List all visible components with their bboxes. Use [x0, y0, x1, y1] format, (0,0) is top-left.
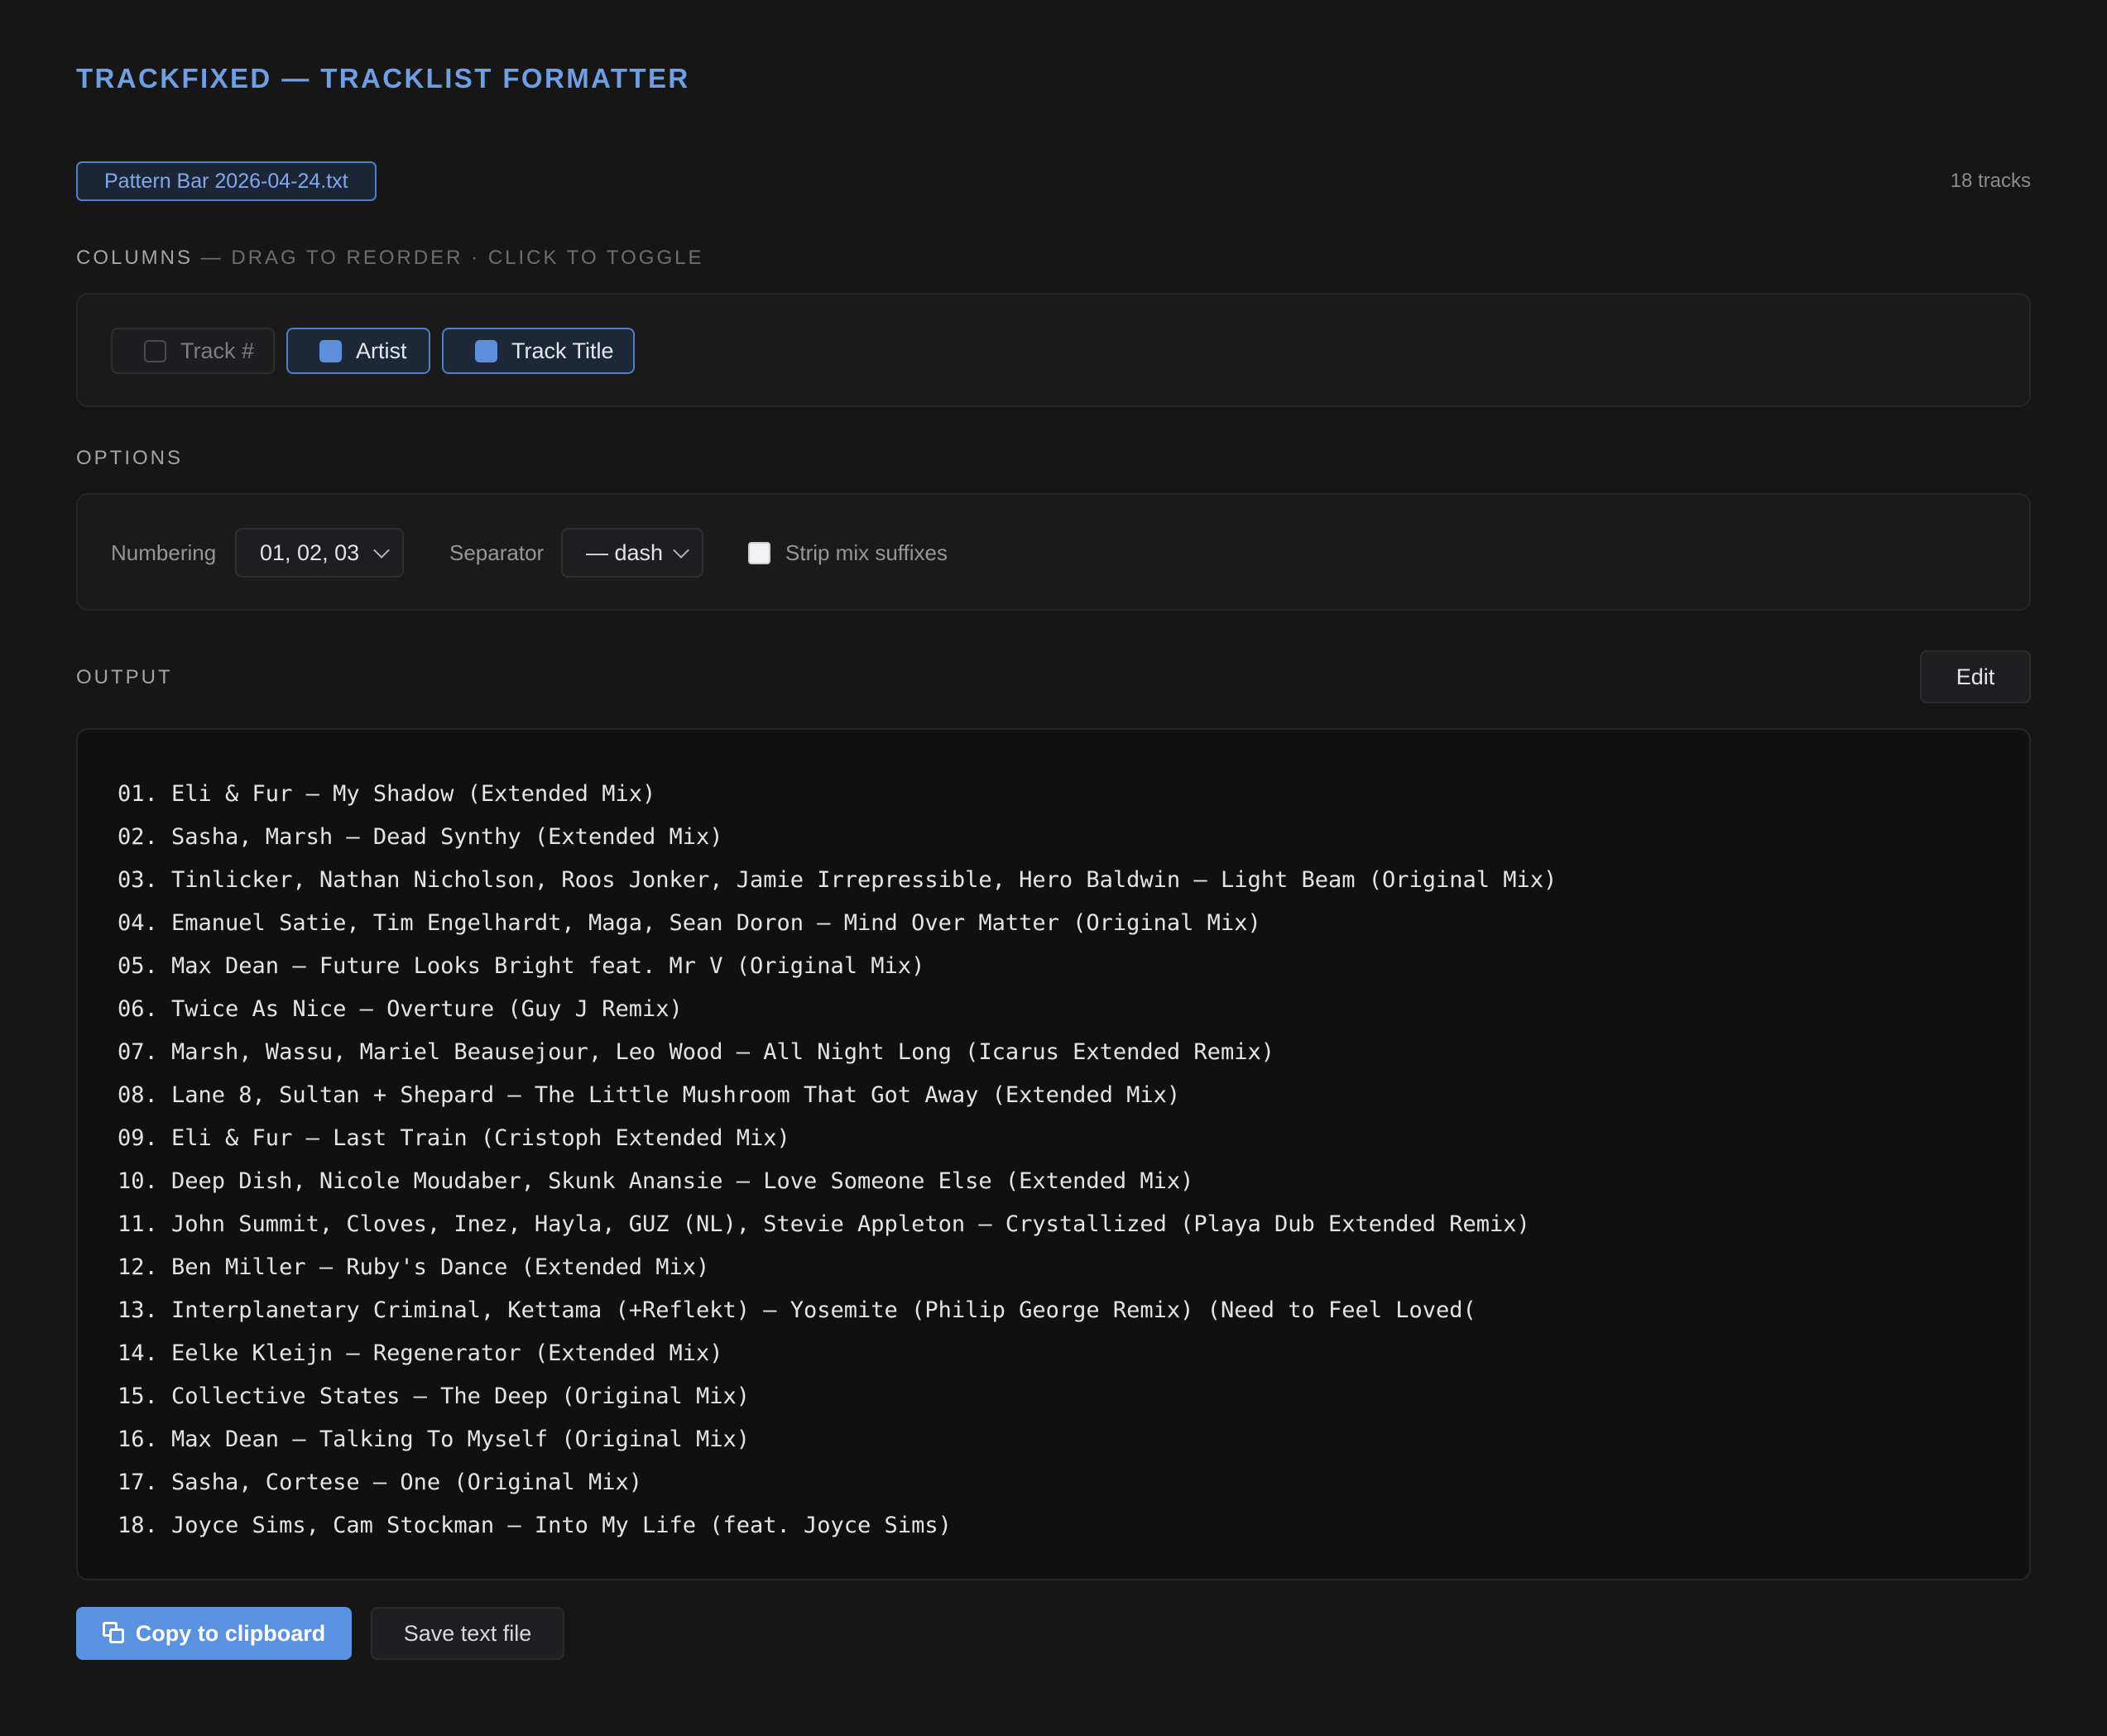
output-line: 18. Joyce Sims, Cam Stockman – Into My L…: [118, 1513, 952, 1538]
numbering-label: Numbering: [111, 540, 217, 565]
track-title-checkbox[interactable]: [475, 339, 497, 362]
output-line: 14. Eelke Kleijn – Regenerator (Extended…: [118, 1340, 723, 1366]
column-chip-label: Track Title: [511, 338, 614, 363]
separator-value: — dash: [586, 540, 664, 565]
column-chip-label: Artist: [356, 338, 407, 363]
save-text-file-button[interactable]: Save text file: [371, 1607, 564, 1660]
column-chip-track-title[interactable]: Track Title: [442, 328, 635, 374]
chevron-down-icon: [673, 542, 689, 559]
output-line: 09. Eli & Fur – Last Train (Cristoph Ext…: [118, 1125, 790, 1151]
output-line: 16. Max Dean – Talking To Myself (Origin…: [118, 1427, 751, 1452]
column-chip-label: Track #: [180, 338, 255, 363]
output-line: 08. Lane 8, Sultan + Shepard – The Littl…: [118, 1082, 1181, 1108]
columns-panel: Track # Artist Track Title: [76, 293, 2031, 407]
app-title: TRACKFIXED — TRACKLIST FORMATTER: [76, 63, 690, 94]
tracklist-formatter-page: TRACKFIXED — TRACKLIST FORMATTER Pattern…: [0, 0, 2107, 1736]
separator-select[interactable]: — dash: [561, 528, 703, 578]
options-section-label: OPTIONS: [76, 447, 184, 469]
columns-hint: — DRAG TO REORDER · CLICK TO TOGGLE: [200, 247, 704, 269]
numbering-select[interactable]: 01, 02, 03: [235, 528, 404, 578]
track-number-checkbox[interactable]: [144, 339, 166, 362]
output-line: 05. Max Dean – Future Looks Bright feat.…: [118, 953, 925, 979]
file-name-chip[interactable]: Pattern Bar 2026-04-24.txt: [76, 161, 377, 201]
output-line: 11. John Summit, Cloves, Inez, Hayla, GU…: [118, 1211, 1530, 1237]
options-panel: Numbering 01, 02, 03 Separator — dash St…: [76, 493, 2031, 611]
output-line: 03. Tinlicker, Nathan Nicholson, Roos Jo…: [118, 867, 1557, 893]
chevron-down-icon: [373, 542, 390, 559]
separator-label: Separator: [449, 540, 545, 565]
copy-icon: [102, 1622, 126, 1645]
strip-mix-suffixes-label[interactable]: Strip mix suffixes: [785, 540, 948, 566]
output-line: 15. Collective States – The Deep (Origin…: [118, 1384, 751, 1409]
artist-checkbox[interactable]: [319, 339, 342, 362]
copy-button-label: Copy to clipboard: [135, 1620, 326, 1646]
edit-button[interactable]: Edit: [1920, 650, 2031, 703]
track-count: 18 tracks: [1950, 170, 2031, 192]
column-chip-track-number[interactable]: Track #: [111, 328, 275, 374]
output-line: 07. Marsh, Wassu, Mariel Beausejour, Leo…: [118, 1039, 1274, 1065]
columns-label: COLUMNS: [76, 247, 194, 269]
output-line: 01. Eli & Fur – My Shadow (Extended Mix): [118, 781, 656, 807]
output-line: 10. Deep Dish, Nicole Moudaber, Skunk An…: [118, 1168, 1194, 1194]
output-line: 17. Sasha, Cortese – One (Original Mix): [118, 1470, 642, 1495]
output-list: 01. Eli & Fur – My Shadow (Extended Mix)…: [118, 773, 1557, 1547]
copy-to-clipboard-button[interactable]: Copy to clipboard: [76, 1607, 352, 1660]
strip-mix-suffixes-checkbox[interactable]: [748, 542, 770, 564]
numbering-value: 01, 02, 03: [260, 540, 360, 565]
output-section-label: OUTPUT: [76, 666, 173, 688]
output-line: 02. Sasha, Marsh – Dead Synthy (Extended…: [118, 824, 723, 850]
output-line: 04. Emanuel Satie, Tim Engelhardt, Maga,…: [118, 910, 1261, 936]
output-line: 13. Interplanetary Criminal, Kettama (+R…: [118, 1297, 1476, 1323]
output-panel[interactable]: 01. Eli & Fur – My Shadow (Extended Mix)…: [76, 728, 2031, 1580]
column-chip-artist[interactable]: Artist: [286, 328, 430, 374]
output-line: 12. Ben Miller – Ruby's Dance (Extended …: [118, 1254, 710, 1280]
columns-section-label: COLUMNS — DRAG TO REORDER · CLICK TO TOG…: [76, 247, 703, 270]
output-line: 06. Twice As Nice – Overture (Guy J Remi…: [118, 996, 683, 1022]
